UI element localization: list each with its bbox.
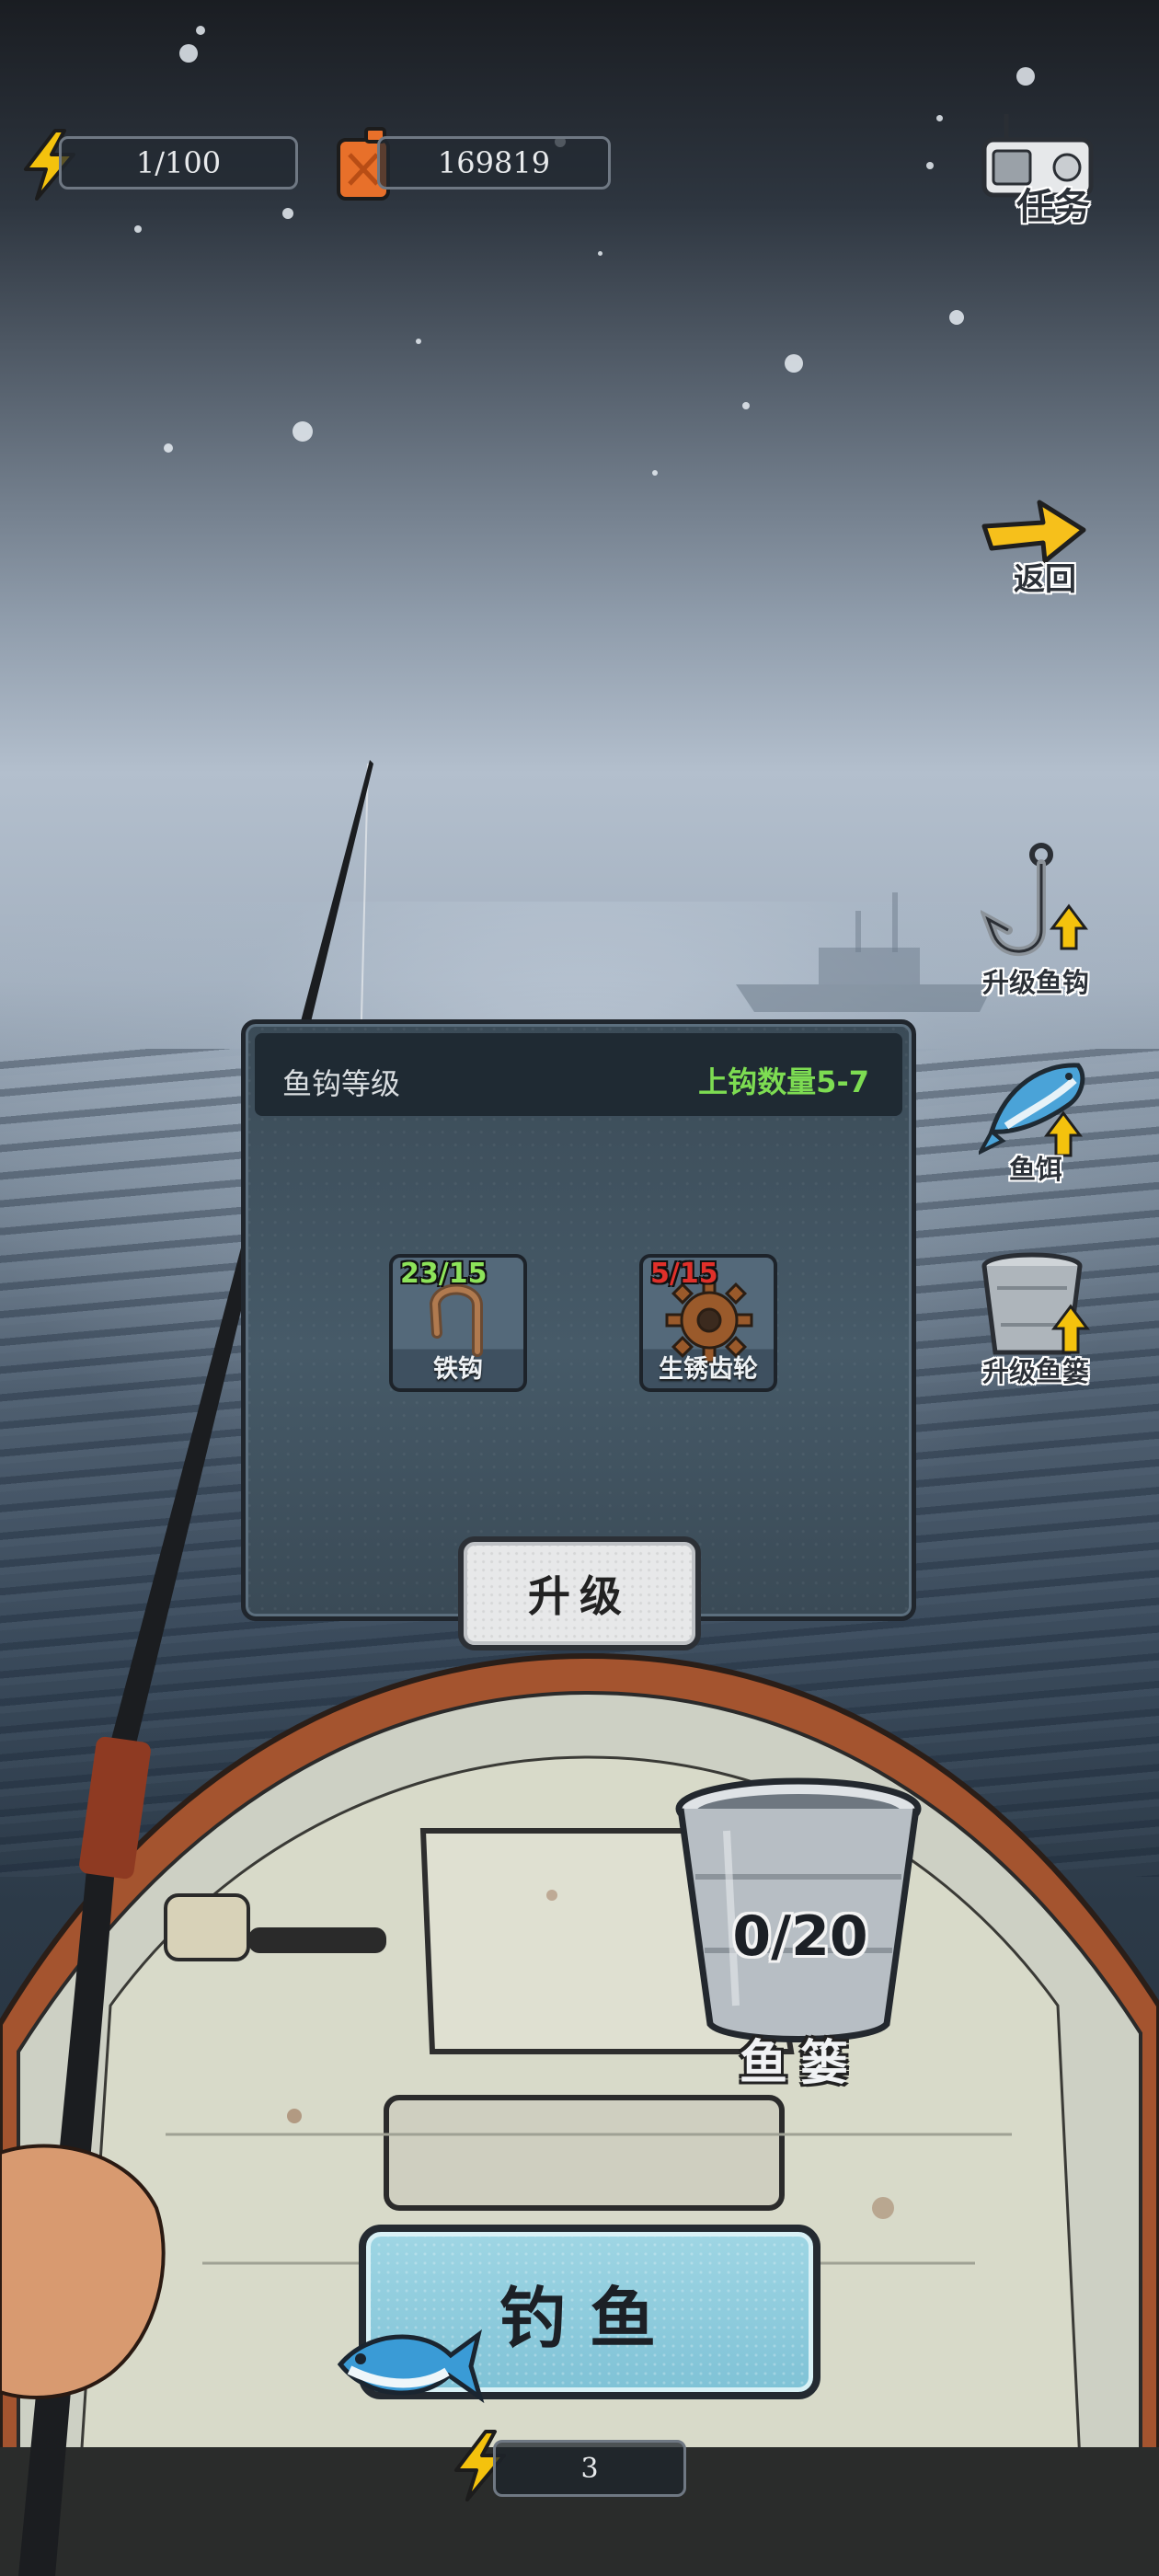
material-slot-iron-hook[interactable]: 23/15 铁钩 — [389, 1254, 527, 1392]
iron-hook-count: 23/15 — [400, 1258, 488, 1290]
hook-count-label: 上钩数量5-7 — [698, 1064, 869, 1099]
basket-label: 鱼篓 — [739, 2036, 861, 2091]
task-label: 任务 — [1016, 186, 1090, 228]
rusty-gear-name: 生锈齿轮 — [659, 1355, 758, 1384]
material-slot-rusty-gear[interactable]: 5/15 生锈齿轮 — [639, 1254, 777, 1392]
fishing-hook-icon — [981, 843, 1088, 956]
task-button[interactable]: 任务 — [975, 101, 1104, 230]
upgrade-hook-label: 升级鱼钩 — [981, 967, 1089, 998]
iron-hook-name: 铁钩 — [433, 1355, 483, 1384]
energy-cost-value: 3 — [580, 2452, 599, 2485]
back-button[interactable]: 返回 — [971, 497, 1100, 598]
bucket-icon — [981, 1252, 1090, 1355]
upgrade-basket-button[interactable]: 升级鱼篓 — [971, 1251, 1100, 1398]
hook-upgrade-panel: 鱼钩等级 上钩数量5-7 23/15 铁钩 5/15 生锈齿轮 — [241, 1019, 916, 1621]
upgrade-hook-button[interactable]: 升级鱼钩 — [971, 842, 1100, 1003]
energy-value: 1/100 — [135, 145, 222, 180]
fuel-counter: 169819 — [377, 136, 611, 190]
upgrade-button[interactable]: 升级 — [458, 1536, 701, 1650]
fishing-energy-cost: 3 — [493, 2440, 686, 2497]
hook-level-title: 鱼钩等级 — [282, 1066, 401, 1101]
energy-counter: 1/100 — [59, 136, 298, 190]
upgrade-basket-label: 升级鱼篓 — [981, 1356, 1089, 1387]
bait-button[interactable]: 鱼饵 — [971, 1049, 1100, 1196]
fuel-value: 169819 — [437, 145, 551, 180]
fish-icon — [337, 2329, 485, 2404]
basket-capacity: 0/20 — [732, 1904, 868, 1969]
panel-header: 鱼钩等级 上钩数量5-7 — [255, 1033, 902, 1116]
back-label: 返回 — [1014, 561, 1076, 598]
bait-label: 鱼饵 — [1008, 1154, 1062, 1185]
fish-bait-icon — [979, 1063, 1085, 1157]
rusty-gear-count: 5/15 — [650, 1258, 718, 1290]
